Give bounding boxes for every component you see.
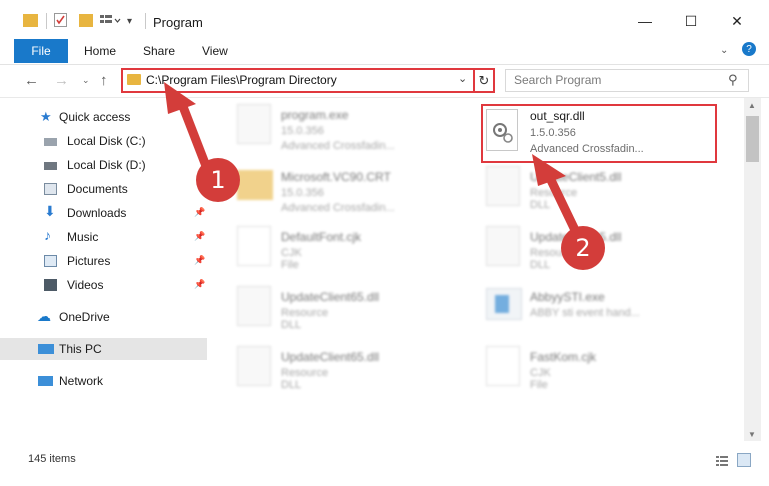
annotation-arrows — [164, 82, 579, 233]
step-badge-2: 2 — [561, 226, 605, 270]
arrow-1-shaft — [177, 99, 211, 171]
step-badge-1: 1 — [196, 158, 240, 202]
arrow-2-head — [532, 154, 566, 186]
arrow-1-head — [164, 82, 196, 114]
arrow-2-shaft — [545, 173, 579, 233]
